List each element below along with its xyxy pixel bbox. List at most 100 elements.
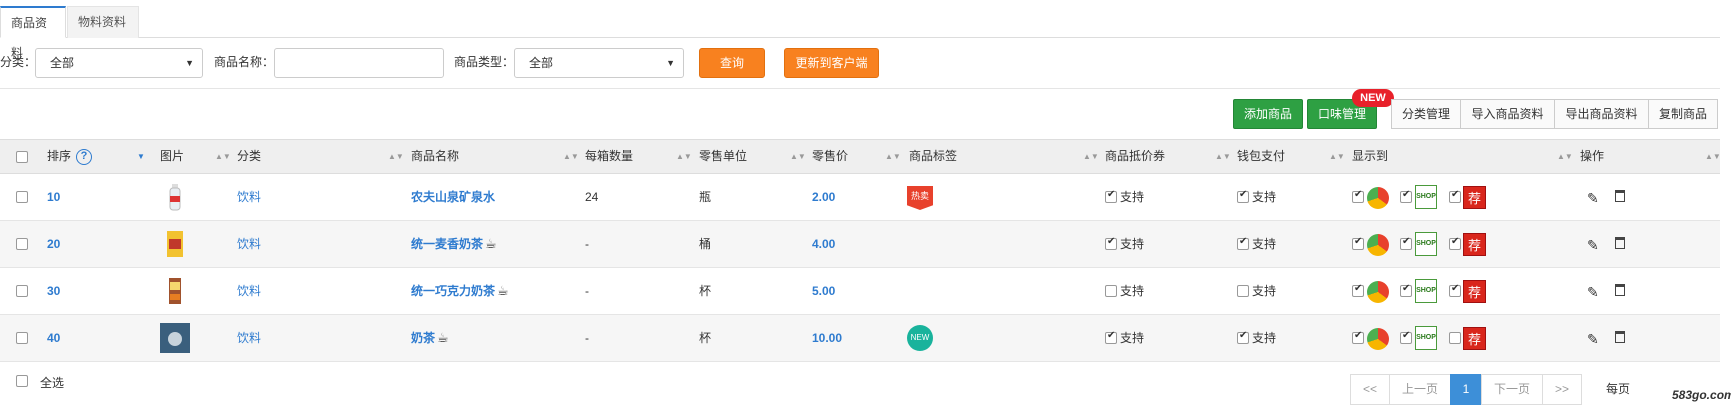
row-checkbox[interactable] (16, 285, 28, 297)
update-client-button[interactable]: 更新到客户端 (784, 48, 879, 78)
trash-icon[interactable] (1615, 331, 1625, 343)
shop-icon: SHOP (1415, 185, 1437, 209)
header-retail-unit[interactable]: 零售单位 (699, 140, 747, 173)
sort-icon[interactable]: ▲▼ (676, 140, 692, 173)
order-value[interactable]: 20 (47, 221, 60, 267)
order-value[interactable]: 10 (47, 174, 60, 220)
sort-icon[interactable]: ▲▼ (1705, 140, 1721, 173)
wallet-checkbox[interactable] (1237, 236, 1249, 250)
display-pos-checkbox[interactable] (1352, 330, 1364, 344)
order-value[interactable]: 40 (47, 315, 60, 361)
edit-icon[interactable]: ✎ (1587, 331, 1599, 348)
order-value[interactable]: 30 (47, 268, 60, 314)
product-name-link[interactable]: 统一巧克力奶茶 ☕ (411, 268, 509, 314)
display-recommend-checkbox[interactable] (1449, 283, 1461, 297)
header-voucher[interactable]: 商品抵价券 (1105, 140, 1165, 173)
sort-icon[interactable]: ▲▼ (1215, 140, 1231, 173)
prev-page-button[interactable]: 上一页 (1389, 374, 1451, 405)
category-value[interactable]: 饮料 (237, 174, 261, 220)
header-box-qty[interactable]: 每箱数量 (585, 140, 633, 173)
header-order[interactable]: 排序 (47, 140, 71, 173)
category-value[interactable]: 饮料 (237, 221, 261, 267)
help-icon[interactable]: ? (76, 149, 92, 165)
sort-icon[interactable]: ▲▼ (388, 140, 404, 173)
category-manage-button[interactable]: 分类管理 (1391, 99, 1461, 129)
header-retail-price[interactable]: 零售价 (812, 140, 848, 173)
wallet-checkbox[interactable] (1237, 330, 1249, 344)
select-all-checkbox[interactable] (16, 375, 28, 387)
header-product-name[interactable]: 商品名称 (411, 140, 459, 173)
display-shop-checkbox[interactable] (1400, 189, 1412, 203)
product-type-select[interactable]: 全部 ▼ (514, 48, 684, 78)
page-1-button[interactable]: 1 (1450, 374, 1482, 405)
chevron-down-icon: ▼ (666, 58, 675, 68)
product-thumbnail[interactable] (160, 323, 190, 353)
last-page-button[interactable]: >> (1542, 374, 1582, 405)
product-thumbnail[interactable] (160, 229, 190, 259)
header-product-tag[interactable]: 商品标签 (909, 140, 957, 173)
display-pos-checkbox[interactable] (1352, 189, 1364, 203)
display-recommend-checkbox[interactable] (1449, 189, 1461, 203)
add-product-button[interactable]: 添加商品 (1233, 99, 1303, 129)
header-image: 图片 (160, 149, 185, 163)
display-recommend-checkbox[interactable] (1449, 236, 1461, 250)
voucher-checkbox[interactable] (1105, 285, 1117, 297)
category-select[interactable]: 全部 ▼ (35, 48, 203, 78)
sort-desc-icon[interactable]: ▼ (137, 140, 145, 173)
display-shop-checkbox[interactable] (1400, 236, 1412, 250)
header-display-to[interactable]: 显示到 (1352, 140, 1388, 173)
product-name-link[interactable]: 农夫山泉矿泉水 (411, 174, 495, 220)
sort-icon[interactable]: ▲▼ (885, 140, 901, 173)
row-checkbox[interactable] (16, 191, 28, 203)
product-thumbnail[interactable] (160, 182, 190, 212)
header-wallet-pay[interactable]: 钱包支付 (1237, 140, 1285, 173)
box-qty-value: - (585, 331, 589, 345)
first-page-button[interactable]: << (1350, 374, 1390, 405)
filter-divider (0, 88, 1720, 89)
display-recommend-checkbox[interactable] (1449, 332, 1461, 344)
edit-icon[interactable]: ✎ (1587, 284, 1599, 301)
row-checkbox[interactable] (16, 238, 28, 250)
header-category[interactable]: 分类 (237, 140, 261, 173)
sort-icon[interactable]: ▲▼ (790, 140, 806, 173)
sort-icon[interactable]: ▲▼ (1557, 140, 1573, 173)
query-button[interactable]: 查询 (699, 48, 765, 78)
tab-material-info[interactable]: 物料资料 (67, 6, 139, 38)
recommend-icon: 荐 (1463, 233, 1486, 256)
hot-sale-tag: 热卖 (907, 186, 933, 210)
edit-icon[interactable]: ✎ (1587, 237, 1599, 254)
product-name-label: 商品名称： (214, 55, 275, 69)
tab-product-info[interactable]: 商品资料 (0, 6, 66, 60)
import-products-button[interactable]: 导入商品资料 (1460, 99, 1555, 129)
product-thumbnail[interactable] (160, 276, 190, 306)
display-pos-checkbox[interactable] (1352, 283, 1364, 297)
display-shop-checkbox[interactable] (1400, 330, 1412, 344)
next-page-button[interactable]: 下一页 (1481, 374, 1543, 405)
copy-product-button[interactable]: 复制商品 (1648, 99, 1718, 129)
voucher-checkbox[interactable] (1105, 189, 1117, 203)
trash-icon[interactable] (1615, 190, 1625, 202)
sort-icon[interactable]: ▲▼ (563, 140, 579, 173)
product-name-link[interactable]: 奶茶 ☕ (411, 315, 449, 361)
trash-icon[interactable] (1615, 237, 1625, 249)
sort-icon[interactable]: ▲▼ (1329, 140, 1345, 173)
wallet-checkbox[interactable] (1237, 189, 1249, 203)
trash-icon[interactable] (1615, 284, 1625, 296)
product-name-input[interactable] (274, 48, 444, 78)
product-name-link[interactable]: 统一麦香奶茶 ☕ (411, 221, 497, 267)
export-products-button[interactable]: 导出商品资料 (1554, 99, 1649, 129)
voucher-checkbox[interactable] (1105, 330, 1117, 344)
row-checkbox[interactable] (16, 332, 28, 344)
display-pos-checkbox[interactable] (1352, 236, 1364, 250)
header-operations: 操作 (1580, 149, 1605, 163)
edit-icon[interactable]: ✎ (1587, 190, 1599, 207)
category-value[interactable]: 饮料 (237, 268, 261, 314)
display-shop-checkbox[interactable] (1400, 283, 1412, 297)
wallet-checkbox[interactable] (1237, 285, 1249, 297)
wallet-label: 支持 (1252, 331, 1277, 345)
category-value[interactable]: 饮料 (237, 315, 261, 361)
sort-icon[interactable]: ▲▼ (1083, 140, 1099, 173)
select-all-header-checkbox[interactable] (16, 151, 28, 163)
sort-icon[interactable]: ▲▼ (215, 140, 231, 173)
voucher-checkbox[interactable] (1105, 236, 1117, 250)
